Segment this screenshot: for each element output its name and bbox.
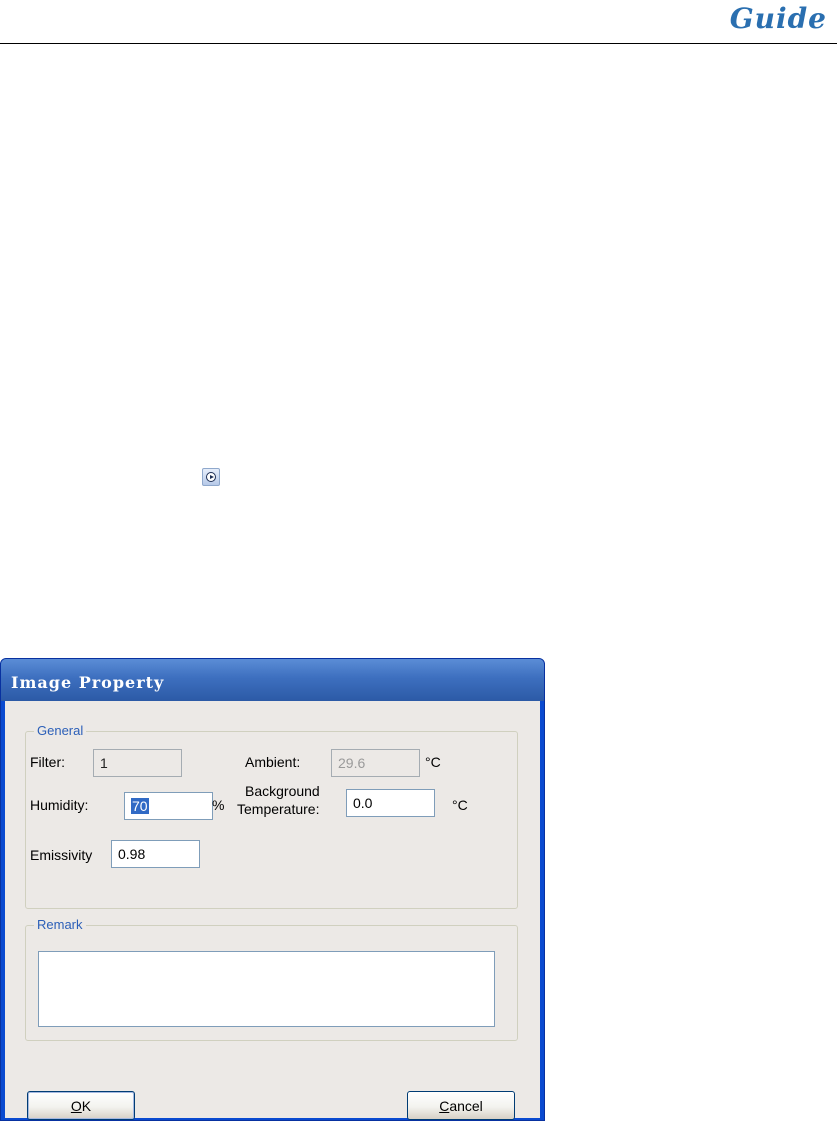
filter-field[interactable]: 1 <box>93 749 182 777</box>
background-temperature-label-line1: Background <box>245 783 320 799</box>
brand-logo: Guide <box>729 2 827 35</box>
filter-label: Filter: <box>30 754 65 770</box>
emissivity-label: Emissivity <box>30 847 93 863</box>
background-temperature-label-line2: Temperature: <box>237 801 320 817</box>
remark-textarea[interactable] <box>38 951 495 1027</box>
background-temperature-field[interactable]: 0.0 <box>346 789 435 817</box>
circle-right-arrow-icon[interactable] <box>202 468 220 486</box>
general-group-legend: General <box>34 723 87 738</box>
ambient-unit: °C <box>425 754 441 770</box>
image-property-dialog: Image Property General Filter: 1 Ambient… <box>0 658 545 1121</box>
dialog-client-area: General Filter: 1 Ambient: 29.6 °C Humid… <box>5 701 540 1120</box>
remark-group-legend: Remark <box>34 917 86 932</box>
humidity-unit: % <box>212 797 225 813</box>
emissivity-field[interactable]: 0.98 <box>111 840 200 868</box>
humidity-value: 70 <box>131 798 149 814</box>
dialog-titlebar[interactable]: Image Property <box>1 659 544 701</box>
background-temperature-unit: °C <box>452 797 468 813</box>
dialog-title: Image Property <box>11 673 165 692</box>
ok-button[interactable]: OK <box>27 1091 135 1120</box>
humidity-label: Humidity: <box>30 797 89 813</box>
ambient-label: Ambient: <box>245 754 301 770</box>
cancel-button[interactable]: Cancel <box>407 1091 515 1120</box>
header-divider <box>0 43 837 44</box>
humidity-field[interactable]: 70 <box>124 792 213 820</box>
ambient-field[interactable]: 29.6 <box>331 749 420 777</box>
